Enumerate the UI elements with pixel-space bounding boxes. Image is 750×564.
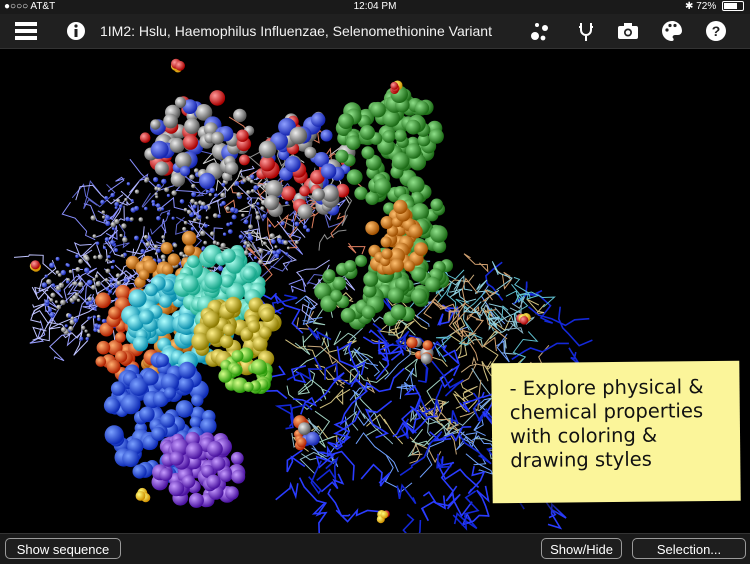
page-title: 1IM2: Hslu, Haemophilus Influenzae, Sele… [100,23,492,39]
bottom-toolbar: Show sequence Show/Hide Selection... [0,533,750,564]
status-bar: ●○○○ AT&T 12:04 PM ✱ 72% [0,0,750,14]
camera-icon[interactable] [616,19,640,43]
tuning-fork-icon[interactable] [574,19,598,43]
nav-bar: 1IM2: Hslu, Haemophilus Influenzae, Sele… [0,14,750,49]
selection-button[interactable]: Selection... [632,538,746,559]
clock: 12:04 PM [353,1,397,12]
sticky-note: - Explore physical & chemical properties… [491,360,741,504]
palette-icon[interactable] [660,19,684,43]
battery-percent: 72% [696,1,717,12]
svg-text:?: ? [712,23,721,39]
menu-icon[interactable] [14,19,38,43]
bluetooth-icon: ✱ [685,1,694,12]
note-text: - Explore physical & chemical properties… [509,375,704,473]
help-icon[interactable]: ? [704,19,728,43]
info-icon[interactable] [64,19,88,43]
battery-status: ✱ 72% [685,0,744,14]
show-sequence-button[interactable]: Show sequence [5,538,121,559]
molecule-icon[interactable] [528,19,552,43]
show-hide-button[interactable]: Show/Hide [541,538,622,559]
battery-icon [722,1,744,12]
